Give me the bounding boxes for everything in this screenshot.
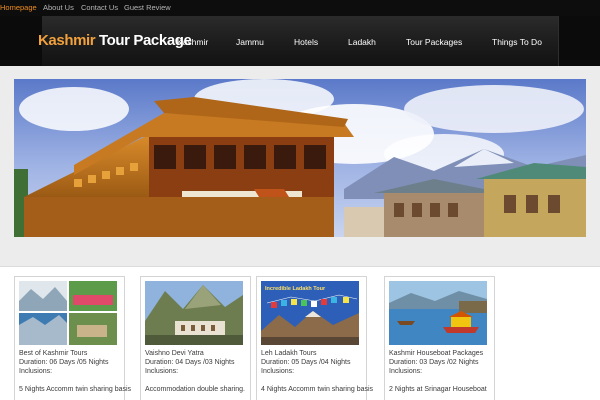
tour-duration: Duration: 04 Days /03 Nights <box>145 359 235 366</box>
tour-card[interactable]: Best of Kashmir Tours Duration: 06 Days … <box>14 276 131 400</box>
tour-duration: Duration: 06 Days /05 Nights <box>19 359 109 366</box>
nav-item-hotels[interactable]: Hotels <box>294 37 318 47</box>
logo-brand-text: Kashmir <box>38 32 96 49</box>
tour-inclusion-detail: 4 Nights Accomm twin sharing basis <box>261 386 374 393</box>
ladakh-prayer-flags-image: Incredible Ladakh Tour <box>261 281 359 345</box>
tour-card[interactable]: Kashmir Houseboat Packages Duration: 03 … <box>384 276 495 400</box>
topbar-link-about-us[interactable]: About Us <box>43 3 74 12</box>
nav-item-ladakh[interactable]: Ladakh <box>348 37 376 47</box>
nav-item-tour-packages[interactable]: Tour Packages <box>406 37 462 47</box>
vaishno-devi-image <box>145 281 243 345</box>
tour-inclusions-label: Inclusions: <box>145 368 179 375</box>
topbar-link-guest-review[interactable]: Guest Review <box>124 3 171 12</box>
tour-thumbnail[interactable] <box>389 281 487 345</box>
header-right-cap <box>558 16 600 66</box>
tour-inclusions-label: Inclusions: <box>261 368 295 375</box>
tour-inclusion-detail: 5 Nights Accomm twin sharing basis <box>19 386 132 393</box>
shikara-lake-image <box>389 281 487 345</box>
tour-title[interactable]: Kashmir Houseboat Packages <box>389 350 483 357</box>
tour-title[interactable]: Best of Kashmir Tours <box>19 350 87 357</box>
houseboat-illustration <box>14 79 586 237</box>
tour-title[interactable]: Leh Ladakh Tours <box>261 350 317 357</box>
tour-duration: Duration: 03 Days /02 Nights <box>389 359 479 366</box>
site-header: Kashmir Tour Package Kashmir Jammu Hotel… <box>0 16 600 66</box>
tour-thumbnail[interactable]: Incredible Ladakh Tour <box>261 281 359 345</box>
nav-item-kashmir[interactable]: Kashmir <box>177 37 208 47</box>
tour-inclusion-detail: 2 Nights at Srinagar Houseboat <box>389 386 487 393</box>
header-left-cap <box>0 16 42 66</box>
thumbnail-caption: Incredible Ladakh Tour <box>265 286 326 292</box>
site-logo[interactable]: Kashmir Tour Package <box>38 32 192 49</box>
tour-inclusion-detail: Accommodation double sharing. <box>145 386 246 393</box>
tour-inclusions-label: Inclusions: <box>19 368 53 375</box>
tour-card[interactable]: Incredible Ladakh Tour Leh Ladakh Tours … <box>256 276 373 400</box>
kashmir-collage-image <box>19 281 117 345</box>
nav-item-things-to-do[interactable]: Things To Do <box>492 37 542 47</box>
tour-card[interactable]: Vaishno Devi Yatra Duration: 04 Days /03… <box>140 276 251 400</box>
top-utility-bar: Homepage About Us Contact Us Guest Revie… <box>0 0 600 16</box>
topbar-link-homepage[interactable]: Homepage <box>0 3 37 12</box>
tour-thumbnail[interactable] <box>145 281 243 345</box>
banner-section <box>0 66 600 266</box>
hero-banner-image[interactable] <box>14 79 586 237</box>
nav-item-jammu[interactable]: Jammu <box>236 37 264 47</box>
tour-duration: Duration: 05 Days /04 Nights <box>261 359 351 366</box>
topbar-link-contact-us[interactable]: Contact Us <box>81 3 118 12</box>
section-divider <box>0 266 600 267</box>
tour-title[interactable]: Vaishno Devi Yatra <box>145 350 204 357</box>
tour-inclusions-label: Inclusions: <box>389 368 423 375</box>
tour-thumbnail[interactable] <box>19 281 117 345</box>
